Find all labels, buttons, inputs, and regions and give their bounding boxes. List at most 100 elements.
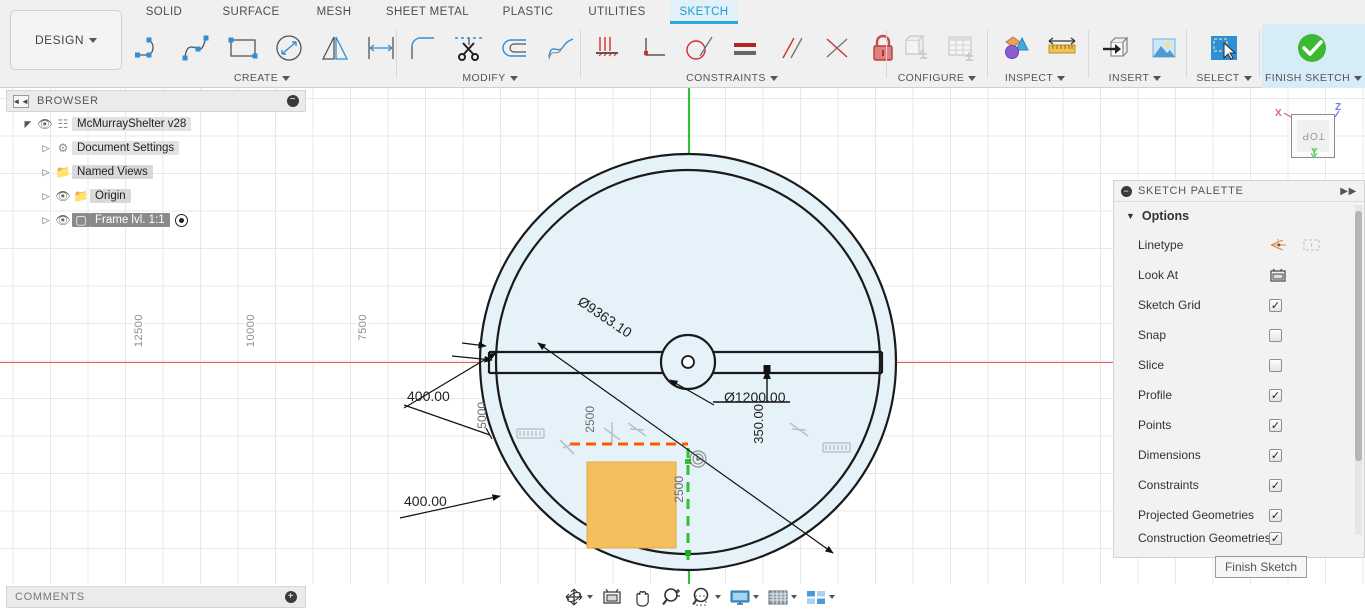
tree-item-mcmurrayshelter[interactable]: ◤ 👁 ☷ McMurrayShelter v28 bbox=[6, 112, 306, 136]
tree-item-origin[interactable]: ▷ 👁 📁 Origin bbox=[6, 184, 306, 208]
dim-vertical-2500[interactable]: 2500 bbox=[672, 476, 686, 503]
panel-select-label[interactable]: SELECT bbox=[1190, 69, 1258, 87]
zoom-window-button[interactable] bbox=[688, 585, 724, 609]
palette-section-options[interactable]: ▼ Options bbox=[1114, 202, 1364, 230]
double-chevron-right-icon[interactable]: ▶▶ bbox=[1340, 186, 1357, 197]
panel-inspect-label[interactable]: INSPECT bbox=[991, 69, 1079, 87]
panel-insert-label[interactable]: INSERT bbox=[1092, 69, 1178, 87]
palette-row-projected-geometries[interactable]: Projected Geometries ✓ bbox=[1114, 500, 1364, 530]
selected-rectangle[interactable] bbox=[586, 461, 677, 549]
tree-item-named-views[interactable]: ▷ 📁 Named Views bbox=[6, 160, 306, 184]
circle-icon[interactable] bbox=[266, 26, 312, 70]
disclosure-triangle-icon[interactable]: ▷ bbox=[38, 215, 54, 226]
rectangle-icon[interactable] bbox=[220, 26, 266, 70]
section-analysis-icon[interactable] bbox=[993, 26, 1039, 70]
constraints-checkbox[interactable]: ✓ bbox=[1269, 478, 1282, 492]
palette-row-slice[interactable]: Slice bbox=[1114, 350, 1364, 380]
points-checkbox[interactable]: ✓ bbox=[1269, 418, 1282, 432]
insert-derive-icon[interactable] bbox=[1094, 26, 1140, 70]
offset-icon[interactable] bbox=[492, 26, 538, 70]
palette-row-points[interactable]: Points ✓ bbox=[1114, 410, 1364, 440]
look-at-icon[interactable] bbox=[1269, 267, 1287, 283]
sketch-grid-checkbox[interactable]: ✓ bbox=[1269, 298, 1282, 312]
construction-geometries-checkbox[interactable]: ✓ bbox=[1269, 531, 1282, 545]
dim-gap-2500-left[interactable]: 2500 bbox=[583, 406, 597, 433]
panel-finish-sketch[interactable]: FINISH SKETCH bbox=[1262, 24, 1365, 88]
grid-settings-button[interactable] bbox=[764, 585, 800, 609]
ribbon-tab-utilities[interactable]: UTILITIES bbox=[578, 0, 656, 24]
palette-row-constraints[interactable]: Constraints ✓ bbox=[1114, 470, 1364, 500]
tree-item-frame-lvl-1-1[interactable]: ▷ 👁 ▢ Frame lvl. 1:1 bbox=[6, 208, 306, 232]
measure-ruler-icon[interactable] bbox=[1039, 26, 1085, 70]
palette-row-look-at[interactable]: Look At bbox=[1114, 260, 1364, 290]
palette-row-linetype[interactable]: Linetype bbox=[1114, 230, 1364, 260]
palette-row-snap[interactable]: Snap bbox=[1114, 320, 1364, 350]
disclosure-triangle-icon[interactable]: ▷ bbox=[38, 143, 54, 154]
equal-icon[interactable] bbox=[722, 26, 768, 70]
dimension-icon[interactable] bbox=[358, 26, 404, 70]
view-cube[interactable]: TOP X Z Y bbox=[1271, 100, 1345, 162]
tangent-icon[interactable] bbox=[676, 26, 722, 70]
palette-row-construction-geometries[interactable]: Construction Geometries ✓ bbox=[1114, 530, 1364, 546]
change-part-icon[interactable] bbox=[892, 26, 938, 70]
palette-row-profile[interactable]: Profile ✓ bbox=[1114, 380, 1364, 410]
tree-item-document-settings[interactable]: ▷ ⚙ Document Settings bbox=[6, 136, 306, 160]
snap-checkbox[interactable] bbox=[1269, 328, 1282, 342]
fillet-icon[interactable] bbox=[400, 26, 446, 70]
palette-row-dimensions[interactable]: Dimensions ✓ bbox=[1114, 440, 1364, 470]
trim-scissors-icon[interactable] bbox=[446, 26, 492, 70]
parallel-icon[interactable] bbox=[768, 26, 814, 70]
design-workspace-button[interactable]: DESIGN bbox=[10, 10, 122, 70]
finish-sketch-tooltip[interactable]: Finish Sketch bbox=[1214, 556, 1307, 578]
ribbon-tab-surface[interactable]: SURFACE bbox=[210, 0, 292, 24]
ribbon-tab-plastic[interactable]: PLASTIC bbox=[492, 0, 564, 24]
active-sketch-radio-icon[interactable] bbox=[174, 213, 188, 227]
dimensions-checkbox[interactable]: ✓ bbox=[1269, 448, 1282, 462]
profile-checkbox[interactable]: ✓ bbox=[1269, 388, 1282, 402]
ribbon-tab-solid[interactable]: SOLID bbox=[133, 0, 195, 24]
coincident-icon[interactable] bbox=[814, 26, 860, 70]
construction-line-icon[interactable] bbox=[1269, 237, 1289, 253]
palette-row-sketch-grid[interactable]: Sketch Grid ✓ bbox=[1114, 290, 1364, 320]
projected-geometries-checkbox[interactable]: ✓ bbox=[1269, 508, 1282, 522]
disclosure-triangle-icon[interactable]: ▷ bbox=[38, 167, 54, 178]
line-icon[interactable] bbox=[128, 26, 174, 70]
minus-circle-icon[interactable]: − bbox=[1121, 185, 1132, 197]
dim-radius-5000[interactable]: 5000 bbox=[475, 402, 489, 429]
comments-bar[interactable]: COMMENTS + bbox=[6, 586, 306, 608]
ribbon-tab-sheet-metal[interactable]: SHEET METAL bbox=[375, 0, 480, 24]
horizontal-vertical-icon[interactable] bbox=[584, 26, 630, 70]
disclosure-triangle-icon[interactable]: ◤ bbox=[20, 119, 36, 130]
vertical-endpoint-bottom[interactable] bbox=[685, 550, 691, 556]
curvature-icon[interactable] bbox=[538, 26, 584, 70]
finish-check-icon[interactable] bbox=[1289, 26, 1335, 70]
hub-center-point[interactable] bbox=[681, 355, 695, 369]
ribbon-tab-mesh[interactable]: MESH bbox=[305, 0, 363, 24]
mirror-icon[interactable] bbox=[312, 26, 358, 70]
dim-hub-diameter[interactable]: Ø1200.00 bbox=[724, 389, 786, 405]
panel-modify-label[interactable]: MODIFY bbox=[400, 69, 580, 87]
insert-image-icon[interactable] bbox=[1140, 26, 1186, 70]
collapse-left-icon[interactable]: ◄◄ bbox=[12, 94, 29, 108]
slice-checkbox[interactable] bbox=[1269, 358, 1282, 372]
dim-400-upper[interactable]: 400.00 bbox=[407, 388, 450, 404]
orbit-button[interactable] bbox=[560, 585, 596, 609]
select-window-icon[interactable] bbox=[1201, 26, 1247, 70]
eye-icon[interactable]: 👁 bbox=[54, 189, 72, 203]
eye-icon[interactable]: 👁 bbox=[36, 117, 54, 131]
panel-configure-label[interactable]: CONFIGURE bbox=[890, 69, 984, 87]
perpendicular-icon[interactable] bbox=[630, 26, 676, 70]
dim-beam-width-350[interactable]: 350.00 bbox=[751, 404, 766, 444]
spline-icon[interactable] bbox=[174, 26, 220, 70]
dim-400-lower[interactable]: 400.00 bbox=[404, 493, 447, 509]
eye-icon[interactable]: 👁 bbox=[54, 213, 72, 227]
display-settings-button[interactable] bbox=[726, 585, 762, 609]
zoom-button[interactable] bbox=[658, 585, 686, 609]
look-at-button[interactable] bbox=[598, 585, 626, 609]
pan-button[interactable] bbox=[628, 585, 656, 609]
viewports-button[interactable] bbox=[802, 585, 838, 609]
configure-table-icon[interactable] bbox=[938, 26, 984, 70]
centerline-rect-icon[interactable] bbox=[1302, 237, 1322, 253]
panel-create-label[interactable]: CREATE bbox=[128, 69, 396, 87]
minus-circle-icon[interactable]: − bbox=[287, 95, 299, 107]
